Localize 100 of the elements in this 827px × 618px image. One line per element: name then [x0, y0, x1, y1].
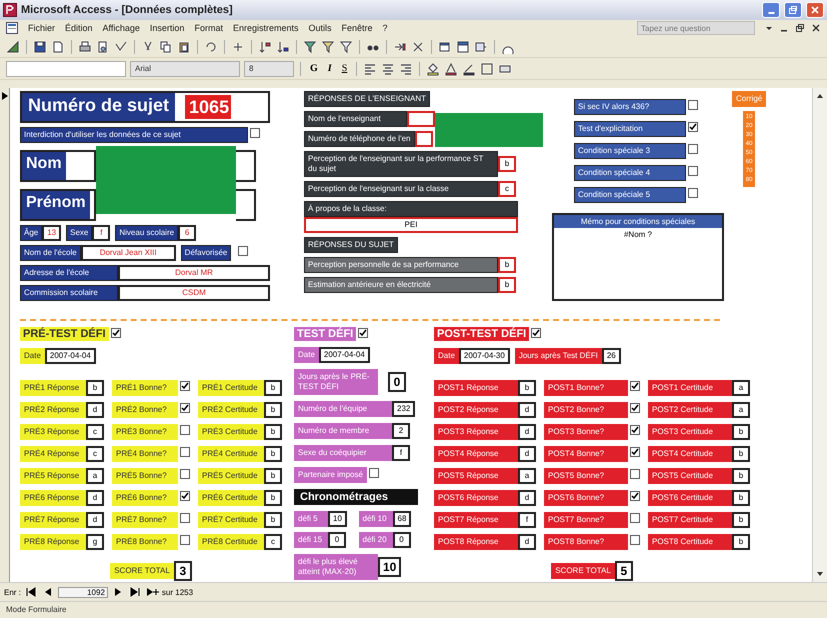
certainty-field[interactable]: b: [264, 490, 282, 506]
answer-field[interactable]: d: [86, 402, 104, 418]
border-width-icon[interactable]: [480, 62, 494, 76]
checkbox[interactable]: [358, 328, 368, 338]
checkbox[interactable]: [180, 447, 190, 457]
text-style-button[interactable]: G: [307, 63, 321, 74]
restore-button[interactable]: [784, 2, 802, 18]
dropdown-arrow-icon[interactable]: [765, 24, 773, 32]
answer-field[interactable]: d: [518, 424, 536, 440]
first-record-icon[interactable]: [24, 586, 38, 598]
team-field[interactable]: 2: [392, 423, 410, 439]
checkbox[interactable]: [368, 468, 379, 478]
menu-item[interactable]: Insertion: [150, 23, 184, 33]
perception-field[interactable]: b: [498, 156, 516, 172]
checkbox[interactable]: [630, 381, 640, 391]
answer-field[interactable]: c: [86, 424, 104, 440]
filter-form-icon[interactable]: [321, 40, 335, 54]
align-left-icon[interactable]: [363, 62, 378, 76]
fill-color-icon[interactable]: [426, 62, 440, 76]
timing-field[interactable]: 68: [392, 511, 412, 527]
days-field[interactable]: 0: [388, 372, 406, 392]
help-search-field[interactable]: Tapez une question: [637, 21, 755, 35]
address-field[interactable]: Dorval MR: [118, 265, 270, 281]
class-field[interactable]: PEI: [304, 217, 518, 233]
certainty-field[interactable]: b: [264, 468, 282, 484]
checkbox[interactable]: [531, 328, 542, 338]
vertical-scrollbar[interactable]: [812, 88, 827, 582]
sort-descending-icon[interactable]: [276, 40, 290, 54]
board-field[interactable]: CSDM: [118, 285, 270, 301]
checkbox[interactable]: [630, 403, 640, 413]
document-icon[interactable]: [51, 40, 65, 54]
checkbox[interactable]: [180, 469, 190, 479]
answer-field[interactable]: b: [498, 277, 516, 293]
checkbox[interactable]: [180, 491, 190, 501]
sort-ascending-icon[interactable]: [258, 40, 272, 54]
date-field[interactable]: 2007-04-04: [44, 348, 96, 364]
timing-field[interactable]: 0: [392, 532, 410, 548]
score-field[interactable]: 3: [174, 561, 192, 581]
menu-item[interactable]: Outils: [308, 23, 332, 33]
timing-field[interactable]: 0: [328, 532, 346, 548]
close-icon[interactable]: [811, 23, 821, 33]
certainty-field[interactable]: b: [264, 402, 282, 418]
certainty-field[interactable]: b: [732, 512, 750, 528]
sex-field[interactable]: f: [92, 225, 110, 241]
perception-field[interactable]: c: [498, 181, 516, 197]
menu-item[interactable]: Fichier: [28, 23, 56, 33]
text-style-button[interactable]: I: [324, 63, 335, 74]
memo-text[interactable]: #Nom ?: [554, 228, 722, 239]
team-field[interactable]: 232: [392, 401, 416, 417]
answer-field[interactable]: g: [86, 534, 104, 550]
answer-field[interactable]: d: [518, 490, 536, 506]
last-record-icon[interactable]: [128, 586, 142, 598]
teacher-name-field[interactable]: [407, 111, 435, 127]
checkbox[interactable]: [630, 469, 640, 479]
answer-field[interactable]: a: [518, 468, 536, 484]
checkbox[interactable]: [250, 128, 260, 138]
answer-field[interactable]: f: [518, 512, 536, 528]
age-field[interactable]: 13: [42, 225, 62, 241]
checkbox[interactable]: [630, 447, 640, 457]
font-size-combo[interactable]: 8: [244, 60, 294, 76]
answer-field[interactable]: d: [518, 402, 536, 418]
certainty-field[interactable]: b: [732, 424, 750, 440]
menu-item[interactable]: Affichage: [102, 23, 140, 33]
checkbox[interactable]: [688, 100, 698, 110]
menu-item[interactable]: Édition: [65, 23, 93, 33]
font-color-icon[interactable]: [444, 62, 458, 76]
answer-field[interactable]: b: [518, 380, 536, 396]
answer-field[interactable]: d: [86, 490, 104, 506]
checkbox[interactable]: [630, 513, 640, 523]
team-field[interactable]: f: [392, 445, 410, 461]
align-center-icon[interactable]: [381, 62, 396, 76]
ruler-icon[interactable]: [6, 40, 20, 54]
max-field[interactable]: 10: [378, 557, 402, 577]
checkbox[interactable]: [238, 246, 248, 256]
days-field[interactable]: 26: [602, 348, 621, 364]
line-color-icon[interactable]: [462, 62, 476, 76]
certainty-field[interactable]: b: [264, 424, 282, 440]
grade-field[interactable]: 6: [178, 225, 196, 241]
minimize-button[interactable]: [762, 2, 780, 18]
certainty-field[interactable]: c: [264, 534, 282, 550]
certainty-field[interactable]: a: [732, 402, 750, 418]
menu-item[interactable]: Enregistrements: [232, 23, 298, 33]
checkbox[interactable]: [688, 188, 698, 198]
paste-icon[interactable]: [177, 40, 191, 54]
align-right-icon[interactable]: [399, 62, 414, 76]
school-field[interactable]: Dorval Jean XIII: [80, 245, 176, 261]
checkbox[interactable]: [180, 513, 190, 523]
menu-item[interactable]: ?: [382, 23, 388, 33]
date-field[interactable]: 2007-04-30: [458, 348, 510, 364]
checkbox[interactable]: [688, 122, 698, 132]
checkbox[interactable]: [180, 403, 190, 413]
certainty-field[interactable]: b: [732, 446, 750, 462]
timing-field[interactable]: 10: [328, 511, 347, 527]
certainty-field[interactable]: b: [732, 468, 750, 484]
save-icon[interactable]: [33, 40, 47, 54]
filter-off-icon[interactable]: [339, 40, 353, 54]
checkbox[interactable]: [688, 166, 698, 176]
checkbox[interactable]: [630, 535, 640, 545]
checkbox[interactable]: [110, 328, 121, 338]
answer-field[interactable]: d: [518, 534, 536, 550]
